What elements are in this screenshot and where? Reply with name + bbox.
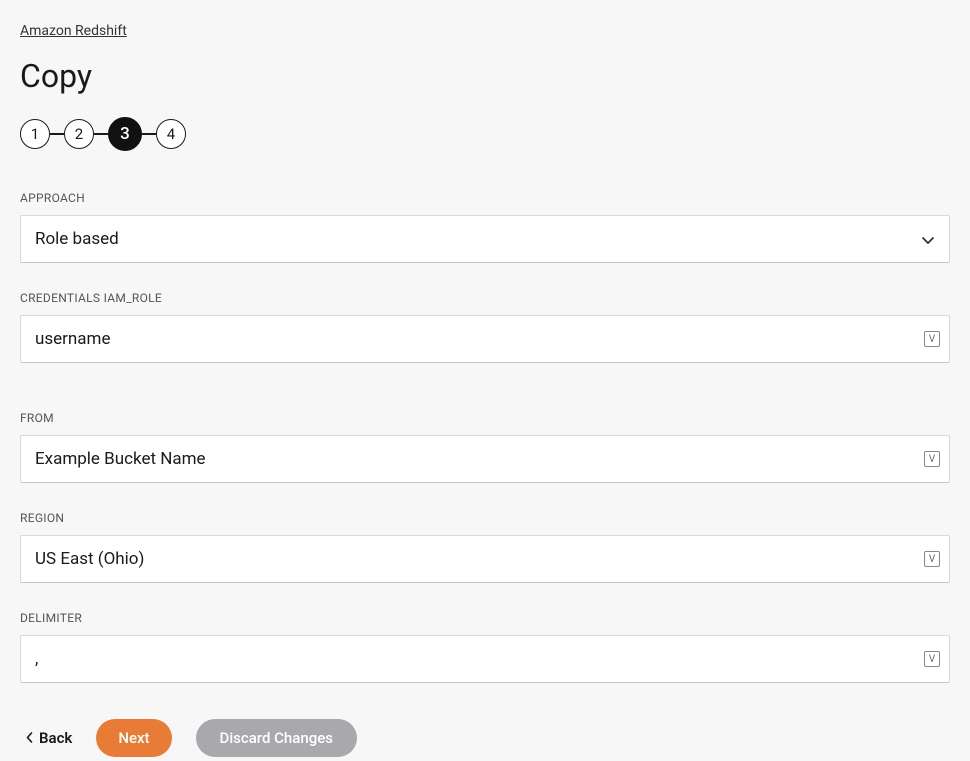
step-1[interactable]: 1 — [20, 119, 50, 149]
from-input[interactable] — [20, 435, 950, 483]
discard-button[interactable]: Discard Changes — [196, 719, 357, 757]
delimiter-input[interactable] — [20, 635, 950, 683]
page-title: Copy — [20, 57, 950, 95]
step-connector — [94, 133, 108, 135]
step-3[interactable]: 3 — [108, 117, 142, 151]
variable-icon[interactable]: V — [924, 331, 940, 347]
next-button[interactable]: Next — [96, 719, 171, 757]
back-button[interactable]: Back — [26, 729, 72, 747]
chevron-left-icon — [26, 729, 33, 747]
step-4[interactable]: 4 — [156, 119, 186, 149]
credentials-label: CREDENTIALS IAM_ROLE — [20, 291, 950, 305]
step-connector — [142, 133, 156, 135]
variable-icon[interactable]: V — [924, 551, 940, 567]
footer-actions: Back Next Discard Changes — [20, 719, 950, 757]
variable-icon[interactable]: V — [924, 651, 940, 667]
region-input[interactable] — [20, 535, 950, 583]
breadcrumb-link[interactable]: Amazon Redshift — [20, 23, 127, 39]
delimiter-label: DELIMITER — [20, 611, 950, 625]
credentials-input[interactable] — [20, 315, 950, 363]
stepper: 1 2 3 4 — [20, 117, 950, 151]
step-2[interactable]: 2 — [64, 119, 94, 149]
approach-select[interactable]: Role based — [20, 215, 950, 263]
approach-label: APPROACH — [20, 191, 950, 205]
from-label: FROM — [20, 411, 950, 425]
region-label: REGION — [20, 511, 950, 525]
step-connector — [50, 133, 64, 135]
variable-icon[interactable]: V — [924, 451, 940, 467]
back-label: Back — [39, 729, 72, 747]
